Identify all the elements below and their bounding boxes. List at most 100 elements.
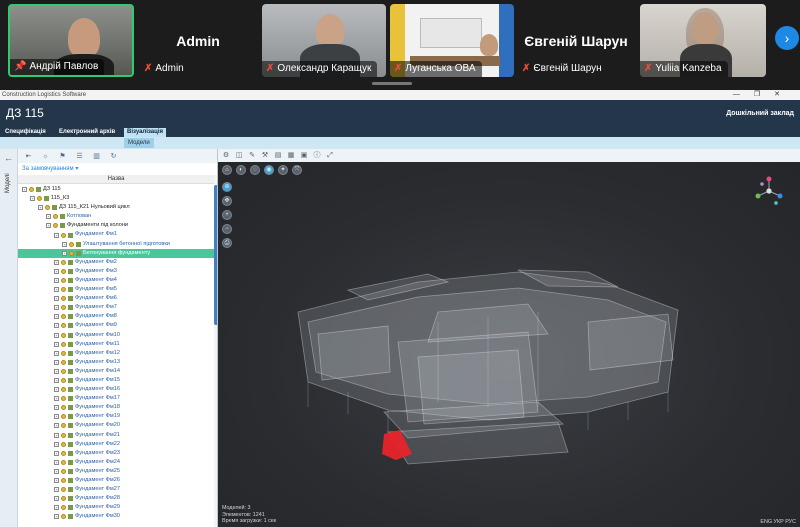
visibility-lamp-icon[interactable] <box>61 423 66 429</box>
measure-icon[interactable]: ✎ <box>248 152 256 160</box>
xray-icon[interactable]: ◌ <box>250 165 260 175</box>
expand-toggle-icon[interactable]: + <box>54 305 59 311</box>
expand-toggle-icon[interactable]: + <box>54 341 59 347</box>
tree-row[interactable]: + Фундамент Фм2 <box>18 258 214 267</box>
expand-icon[interactable]: ⤧ <box>292 165 302 175</box>
tree-row[interactable]: + Фундамент Фм16 <box>18 385 214 394</box>
close-icon[interactable]: ✕ <box>774 91 794 98</box>
visibility-lamp-icon[interactable] <box>61 468 66 474</box>
visibility-lamp-icon[interactable] <box>61 396 66 402</box>
visibility-lamp-icon[interactable] <box>61 414 66 420</box>
tree-row[interactable]: + Фундамент Фм26 <box>18 476 214 485</box>
expand-toggle-icon[interactable]: + <box>54 277 59 283</box>
tools-icon[interactable]: ⚒ <box>261 152 269 160</box>
expand-toggle-icon[interactable]: + <box>46 214 51 220</box>
tree-row[interactable]: + Фундамент Фм18 <box>18 403 214 412</box>
expand-toggle-icon[interactable]: + <box>54 268 59 274</box>
expand-toggle-icon[interactable]: + <box>54 468 59 474</box>
tree-row[interactable]: + Фундамент Фм29 <box>18 503 214 512</box>
subtab-models[interactable]: Модели <box>124 138 154 148</box>
visibility-lamp-icon[interactable] <box>61 323 66 329</box>
minimize-icon[interactable]: — <box>733 91 754 98</box>
zoom-in-icon[interactable]: + <box>222 210 232 220</box>
select-icon[interactable]: ⊕ <box>222 182 232 192</box>
tree-row[interactable]: + Фундамент Фм9 <box>18 321 214 330</box>
group-select[interactable]: За замовчуванням ▾ <box>22 165 78 172</box>
visibility-lamp-icon[interactable] <box>69 250 74 256</box>
tree-row[interactable]: + Фундамент Фм8 <box>18 312 214 321</box>
visibility-lamp-icon[interactable] <box>61 378 66 384</box>
visibility-lamp-icon[interactable] <box>61 387 66 393</box>
language-switcher[interactable]: ENG УКР РУС <box>760 519 796 525</box>
tree-row[interactable]: + Фундамент Фм10 <box>18 331 214 340</box>
expand-toggle-icon[interactable]: + <box>54 405 59 411</box>
tree-row[interactable]: + Фундамент Фм4 <box>18 276 214 285</box>
info-icon[interactable]: ⓘ <box>313 152 321 160</box>
expand-toggle-icon[interactable]: + <box>54 505 59 511</box>
expand-toggle-icon[interactable]: + <box>54 441 59 447</box>
visibility-lamp-icon[interactable] <box>61 405 66 411</box>
visibility-lamp-icon[interactable] <box>61 287 66 293</box>
expand-toggle-icon[interactable]: + <box>54 368 59 374</box>
tree-row[interactable]: + Фундамент Фм27 <box>18 485 214 494</box>
visibility-lamp-icon[interactable] <box>61 305 66 311</box>
participant-tile[interactable]: ✗ Yuliia Kanzeba <box>640 4 766 77</box>
expand-toggle-icon[interactable]: + <box>54 232 59 238</box>
visibility-lamp-icon[interactable] <box>61 450 66 456</box>
visibility-lamp-icon[interactable] <box>61 432 66 438</box>
tree-row[interactable]: + ДЗ 115 <box>18 185 214 194</box>
expand-toggle-icon[interactable]: + <box>38 205 43 211</box>
expand-toggle-icon[interactable]: + <box>46 223 51 229</box>
explode-icon[interactable]: ✦ <box>278 165 288 175</box>
visibility-lamp-icon[interactable] <box>61 232 66 238</box>
expand-toggle-icon[interactable]: + <box>54 259 59 265</box>
tab-specification[interactable]: Специфікація <box>2 128 49 137</box>
expand-toggle-icon[interactable]: + <box>54 396 59 402</box>
3d-viewer[interactable]: ⌂ ◐ ◌ ◉ ✦ ⤧ ⊕ ✥ + − ⎙ Моделей: 3 Элемент… <box>218 162 800 527</box>
participant-tile[interactable]: 📌 Андрій Павлов <box>8 4 134 77</box>
expand-toggle-icon[interactable]: + <box>54 359 59 365</box>
visibility-lamp-icon[interactable] <box>29 187 34 193</box>
tree-row[interactable]: + Фундамент Фм17 <box>18 394 214 403</box>
visibility-lamp-icon[interactable] <box>61 259 66 265</box>
expand-toggle-icon[interactable]: + <box>22 187 27 193</box>
tree-row[interactable]: + Котлован <box>18 212 214 221</box>
tree-row[interactable]: + Фундамент Фм6 <box>18 294 214 303</box>
side-panel-strip[interactable]: ← Моделі <box>0 149 18 527</box>
expand-toggle-icon[interactable]: + <box>54 459 59 465</box>
expand-toggle-icon[interactable]: + <box>62 241 67 247</box>
tree-row[interactable]: + Фундамент Фм28 <box>18 494 214 503</box>
tree-row[interactable]: + Фундамент Фм3 <box>18 267 214 276</box>
expand-toggle-icon[interactable]: + <box>54 514 59 520</box>
tree-row[interactable]: + Фундамент Фм11 <box>18 340 214 349</box>
tree-row[interactable]: + Фундамент Фм25 <box>18 467 214 476</box>
tree-row[interactable]: + Бетонування фундаменту <box>18 248 214 258</box>
tab-electronic-archive[interactable]: Електронний архів <box>56 128 118 137</box>
tree-row[interactable]: + Фундаменти під колони <box>18 221 214 230</box>
ghost-mode-icon[interactable]: ◉ <box>264 165 274 175</box>
tree-row[interactable]: + ДЗ 115_К21 Нульовий цикл <box>18 203 214 212</box>
chevron-right-icon[interactable]: › <box>775 26 799 50</box>
expand-toggle-icon[interactable]: + <box>54 378 59 384</box>
visibility-lamp-icon[interactable] <box>61 514 66 520</box>
visibility-lamp-icon[interactable] <box>69 241 74 247</box>
participant-tile[interactable]: ✗ Олександр Каращук <box>262 4 386 77</box>
visibility-lamp-icon[interactable] <box>53 223 58 229</box>
tree-row[interactable]: + Фундамент Фм21 <box>18 431 214 440</box>
visibility-lamp-icon[interactable] <box>61 487 66 493</box>
visibility-lamp-icon[interactable] <box>61 459 66 465</box>
settings-icon[interactable]: ⚙ <box>222 152 230 160</box>
arrow-left-icon[interactable]: ← <box>4 153 13 163</box>
visibility-lamp-icon[interactable] <box>61 359 66 365</box>
home-icon[interactable]: ⌂ <box>222 165 232 175</box>
participant-tile[interactable]: Admin ✗ Admin <box>140 4 256 77</box>
visibility-lamp-icon[interactable] <box>61 277 66 283</box>
visibility-lamp-icon[interactable] <box>61 478 66 484</box>
snapshot-icon[interactable]: ▣ <box>300 152 308 160</box>
maximize-icon[interactable]: ❐ <box>754 91 774 98</box>
expand-toggle-icon[interactable]: + <box>62 250 67 256</box>
visibility-lamp-icon[interactable] <box>61 368 66 374</box>
zoom-out-icon[interactable]: − <box>222 224 232 234</box>
expand-toggle-icon[interactable]: + <box>54 414 59 420</box>
collapse-icon[interactable]: ⇤ <box>24 152 33 161</box>
